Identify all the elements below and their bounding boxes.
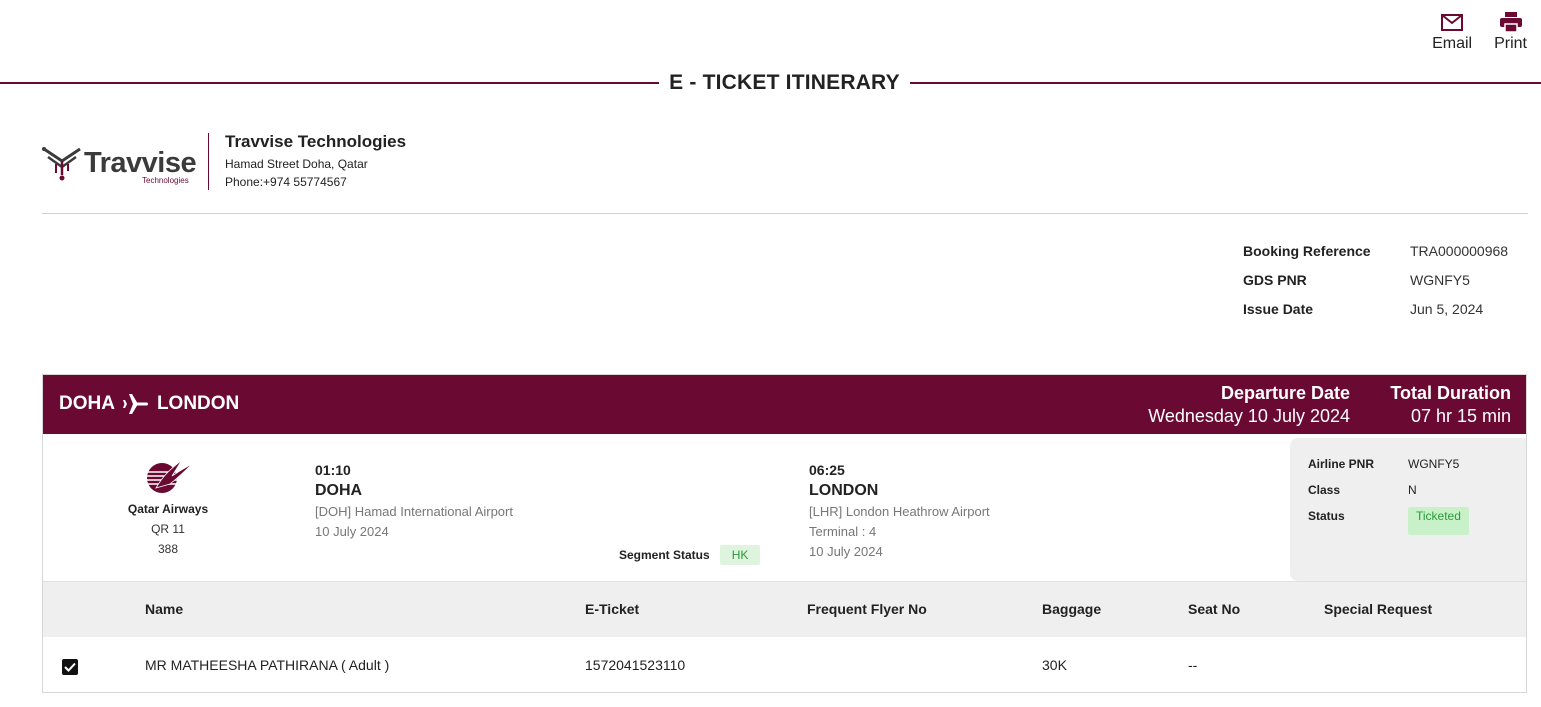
booking-meta: Booking Reference TRA000000968 GDS PNR W…	[1243, 243, 1508, 330]
class-row: Class N	[1308, 483, 1526, 509]
printer-icon	[1499, 10, 1522, 34]
airline-pnr-value: WGNFY5	[1408, 457, 1460, 471]
header-eticket: E-Ticket	[585, 581, 807, 637]
booking-reference-value: TRA000000968	[1410, 243, 1509, 259]
airline-pnr-box: Airline PNR WGNFY5 Class N Status Ticket…	[1290, 438, 1526, 581]
flight-card: DOHA LONDON Departure Date Wednesday 10 …	[42, 374, 1527, 693]
arrival-city: LONDON	[809, 482, 879, 499]
company-header: Travvise Technologies Travvise Technolog…	[42, 132, 406, 191]
flight-header-bar: DOHA LONDON Departure Date Wednesday 10 …	[43, 375, 1526, 434]
email-button[interactable]: Email	[1432, 10, 1472, 53]
segment-status-badge: HK	[719, 545, 761, 565]
print-button[interactable]: Print	[1494, 10, 1527, 53]
gds-pnr-label: GDS PNR	[1243, 272, 1307, 288]
departure-point: 01:10 DOHA [DOH] Hamad International Air…	[315, 462, 513, 540]
arrival-point: 06:25 LONDON [LHR] London Heathrow Airpo…	[809, 462, 990, 560]
company-logo: Travvise Technologies	[42, 137, 197, 187]
header-seat: Seat No	[1188, 581, 1324, 637]
total-duration: Total Duration 07 hr 15 min	[1390, 383, 1511, 427]
title-row: E - TICKET ITINERARY	[0, 70, 1541, 96]
arrival-time: 06:25	[809, 462, 845, 478]
airline-pnr-row: Airline PNR WGNFY5	[1308, 457, 1526, 483]
passenger-name: MR MATHEESHA PATHIRANA ( Adult )	[145, 656, 390, 673]
passenger-seat: --	[1188, 656, 1198, 673]
page-title: E - TICKET ITINERARY	[669, 71, 900, 94]
row-select-cell	[43, 637, 145, 693]
total-duration-value: 07 hr 15 min	[1410, 406, 1511, 426]
gds-pnr-row: GDS PNR WGNFY5	[1243, 272, 1508, 301]
status-label: Status	[1308, 509, 1345, 523]
passenger-eticket: 1572041523110	[585, 656, 686, 673]
top-actions: Email Print	[1432, 10, 1527, 53]
company-name: Travvise Technologies	[225, 132, 407, 151]
mail-icon	[1441, 10, 1464, 34]
header-divider	[42, 213, 1528, 214]
departure-time: 01:10	[315, 462, 351, 478]
issue-date-label: Issue Date	[1243, 301, 1314, 317]
status-badge: Ticketed	[1408, 507, 1469, 535]
passenger-table: Name E-Ticket Frequent Flyer No Baggage …	[43, 581, 1526, 693]
flight-segment: Qatar Airways QR 11 388 01:10 DOHA [DOH]…	[43, 434, 1526, 581]
header-baggage: Baggage	[1042, 581, 1188, 637]
route: DOHA LONDON	[59, 393, 239, 415]
company-phone: Phone:+974 55774567	[225, 175, 347, 189]
airline-pnr-label: Airline PNR	[1308, 457, 1375, 471]
issue-date-value: Jun 5, 2024	[1410, 301, 1484, 317]
logo-subtext: Technologies	[142, 175, 189, 185]
route-origin: DOHA	[59, 393, 115, 414]
booking-reference-label: Booking Reference	[1243, 243, 1371, 259]
airline-name: Qatar Airways	[127, 502, 209, 516]
total-duration-label: Total Duration	[1390, 383, 1511, 403]
arrival-date-small: 10 July 2024	[809, 544, 883, 559]
class-label: Class	[1308, 483, 1341, 497]
title-divider-right	[910, 82, 1541, 84]
departure-date-small: 10 July 2024	[315, 524, 389, 539]
plane-icon	[122, 393, 149, 415]
title-divider-left	[0, 82, 659, 84]
header-select	[43, 581, 145, 637]
email-label: Email	[1432, 35, 1473, 52]
booking-reference-row: Booking Reference TRA000000968	[1243, 243, 1508, 272]
issue-date-row: Issue Date Jun 5, 2024	[1243, 301, 1508, 330]
segment-status-label: Segment Status	[619, 548, 710, 562]
qatar-oryx-logo	[113, 454, 223, 496]
print-label: Print	[1494, 35, 1527, 52]
header-frequent-flyer: Frequent Flyer No	[807, 581, 1042, 637]
arrival-terminal: Terminal : 4	[809, 524, 877, 539]
table-row: MR MATHEESHA PATHIRANA ( Adult ) 1572041…	[43, 637, 1526, 693]
flight-number: QR 11	[151, 522, 185, 536]
travvise-logo-mark	[42, 146, 81, 180]
departure-date-label: Departure Date	[1220, 383, 1350, 403]
segment-status: Segment Status HK	[619, 545, 761, 565]
company-address: Hamad Street Doha, Qatar	[225, 157, 368, 171]
passenger-ffn	[807, 637, 1042, 693]
status-row: Status Ticketed	[1308, 507, 1526, 535]
departure-city: DOHA	[315, 482, 363, 499]
passenger-baggage: 30K	[1042, 656, 1067, 673]
header-special-request: Special Request	[1324, 581, 1526, 637]
passenger-table-header: Name E-Ticket Frequent Flyer No Baggage …	[43, 581, 1526, 637]
aircraft-type: 388	[157, 542, 179, 556]
header-vertical-divider	[208, 133, 209, 190]
airline-info: Qatar Airways QR 11 388	[113, 454, 223, 556]
arrival-airport: [LHR] London Heathrow Airport	[809, 504, 990, 519]
header-name: Name	[145, 581, 585, 637]
class-value: N	[1408, 483, 1417, 497]
check-icon	[64, 662, 76, 672]
departure-date: Departure Date Wednesday 10 July 2024	[1148, 383, 1350, 427]
passenger-checkbox[interactable]	[62, 658, 78, 675]
gds-pnr-value: WGNFY5	[1410, 272, 1470, 288]
route-destination: LONDON	[156, 393, 240, 414]
departure-airport: [DOH] Hamad International Airport	[315, 504, 513, 519]
departure-date-value: Wednesday 10 July 2024	[1148, 406, 1350, 426]
company-info: Travvise Technologies Hamad Street Doha,…	[225, 132, 406, 191]
passenger-special-request	[1324, 637, 1526, 693]
